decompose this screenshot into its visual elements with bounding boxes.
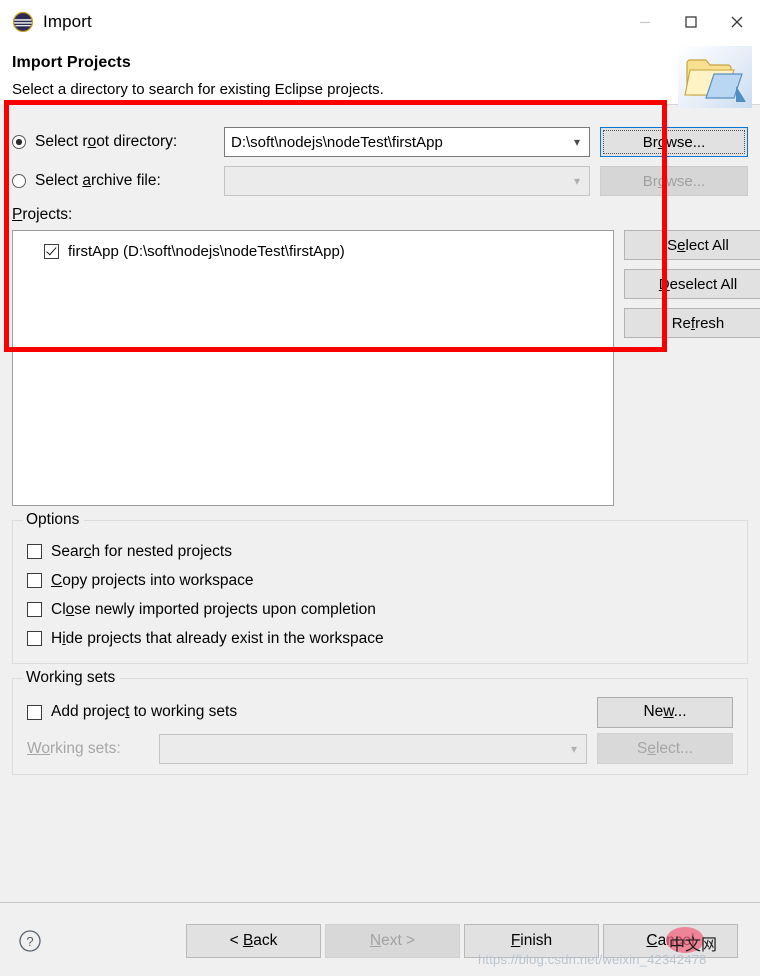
root-directory-row: Select root directory: D:\soft\nodejs\no… bbox=[12, 127, 748, 157]
working-sets-content: Add project to working sets New... Worki… bbox=[13, 679, 747, 764]
select-root-directory-radio[interactable]: Select root directory: bbox=[12, 133, 224, 151]
deselect-all-label: Deselect All bbox=[658, 275, 738, 293]
root-directory-combo[interactable]: D:\soft\nodejs\nodeTest\firstApp ▾ bbox=[224, 127, 590, 157]
options-group-title: Options bbox=[23, 511, 85, 529]
browse-directory-label: Browse... bbox=[642, 133, 706, 151]
title-bar: Import bbox=[0, 0, 760, 44]
page-title: Import Projects bbox=[12, 54, 131, 71]
working-sets-combo: ▾ bbox=[159, 733, 587, 764]
option-checkbox[interactable] bbox=[27, 573, 42, 588]
browse-archive-label: Browse... bbox=[642, 172, 706, 190]
radio-indicator bbox=[12, 174, 26, 188]
root-directory-value: D:\soft\nodejs\nodeTest\firstApp bbox=[231, 133, 443, 151]
option-search-nested[interactable]: Search for nested projects bbox=[27, 537, 747, 566]
browse-archive-button: Browse... bbox=[600, 166, 748, 196]
project-label: firstApp (D:\soft\nodejs\nodeTest\firstA… bbox=[68, 242, 345, 260]
option-label: Copy projects into workspace bbox=[51, 571, 254, 589]
option-close-imported[interactable]: Close newly imported projects upon compl… bbox=[27, 595, 747, 624]
option-copy-projects[interactable]: Copy projects into workspace bbox=[27, 566, 747, 595]
select-all-label: Select All bbox=[667, 236, 729, 254]
select-working-set-button: Select... bbox=[597, 733, 733, 764]
option-label: Hide projects that already exist in the … bbox=[51, 629, 384, 647]
add-project-checkbox[interactable] bbox=[27, 704, 42, 720]
select-archive-file-radio[interactable]: Select archive file: bbox=[12, 172, 224, 190]
list-item[interactable]: firstApp (D:\soft\nodejs\nodeTest\firstA… bbox=[13, 239, 613, 263]
add-project-label: Add project to working sets bbox=[51, 703, 238, 720]
option-label: Search for nested projects bbox=[51, 542, 232, 560]
select-working-set-label: Select... bbox=[636, 739, 693, 757]
project-checkbox[interactable] bbox=[44, 243, 59, 259]
projects-section: firstApp (D:\soft\nodejs\nodeTest\firstA… bbox=[12, 230, 760, 506]
new-working-set-label: New... bbox=[643, 703, 687, 720]
back-label: < Back bbox=[229, 932, 278, 949]
select-root-directory-label: Select root directory: bbox=[35, 133, 178, 150]
watermark-badge-text: 中文网 bbox=[669, 937, 718, 954]
option-checkbox[interactable] bbox=[27, 631, 42, 646]
next-button: Next > bbox=[325, 924, 460, 958]
chevron-down-icon: ▾ bbox=[573, 135, 580, 149]
minimize-button[interactable] bbox=[622, 0, 668, 44]
refresh-label: Refresh bbox=[671, 314, 725, 332]
svg-text:?: ? bbox=[26, 934, 33, 949]
options-list: Search for nested projects Copy projects… bbox=[13, 521, 747, 653]
option-checkbox[interactable] bbox=[27, 602, 42, 617]
working-sets-combo-row: Working sets: ▾ Select... bbox=[27, 733, 733, 764]
projects-label: Projects: bbox=[12, 206, 73, 223]
option-checkbox[interactable] bbox=[27, 544, 42, 559]
archive-file-row: Select archive file: ▾ Browse... bbox=[12, 166, 748, 196]
wizard-header: Import Projects Select a directory to se… bbox=[0, 44, 760, 108]
folder-import-icon bbox=[678, 46, 752, 108]
main-content: Select root directory: D:\soft\nodejs\no… bbox=[0, 127, 760, 893]
projects-buttons: Select All Deselect All Refresh bbox=[614, 230, 760, 347]
help-question-icon[interactable]: ? bbox=[18, 929, 42, 953]
projects-listbox[interactable]: firstApp (D:\soft\nodejs\nodeTest\firstA… bbox=[12, 230, 614, 506]
add-project-row: Add project to working sets New... bbox=[27, 695, 733, 729]
next-label: Next > bbox=[369, 932, 416, 949]
archive-file-combo: ▾ bbox=[224, 166, 590, 196]
select-all-button[interactable]: Select All bbox=[624, 230, 760, 260]
new-working-set-button[interactable]: New... bbox=[597, 696, 733, 728]
eclipse-logo-icon bbox=[12, 11, 34, 33]
chevron-down-icon: ▾ bbox=[573, 174, 580, 188]
window-controls bbox=[622, 0, 760, 44]
browse-directory-button[interactable]: Browse... bbox=[600, 127, 748, 157]
radio-indicator bbox=[12, 135, 26, 149]
working-sets-group-title: Working sets bbox=[23, 669, 121, 687]
chevron-down-icon: ▾ bbox=[570, 741, 577, 756]
back-button[interactable]: < Back bbox=[186, 924, 321, 958]
working-sets-group: Working sets Add project to working sets… bbox=[12, 669, 748, 775]
working-sets-label: Working sets: bbox=[27, 739, 121, 757]
deselect-all-button[interactable]: Deselect All bbox=[624, 269, 760, 299]
refresh-button[interactable]: Refresh bbox=[624, 308, 760, 338]
option-hide-existing[interactable]: Hide projects that already exist in the … bbox=[27, 624, 747, 653]
close-button[interactable] bbox=[714, 0, 760, 44]
select-archive-file-label: Select archive file: bbox=[35, 172, 161, 189]
page-description: Select a directory to search for existin… bbox=[12, 81, 384, 98]
finish-label: Finish bbox=[510, 932, 553, 949]
window-title: Import bbox=[43, 12, 92, 31]
maximize-button[interactable] bbox=[668, 0, 714, 44]
options-group: Options Search for nested projects Copy … bbox=[12, 511, 748, 664]
option-label: Close newly imported projects upon compl… bbox=[51, 600, 376, 618]
header-separator bbox=[12, 104, 760, 105]
